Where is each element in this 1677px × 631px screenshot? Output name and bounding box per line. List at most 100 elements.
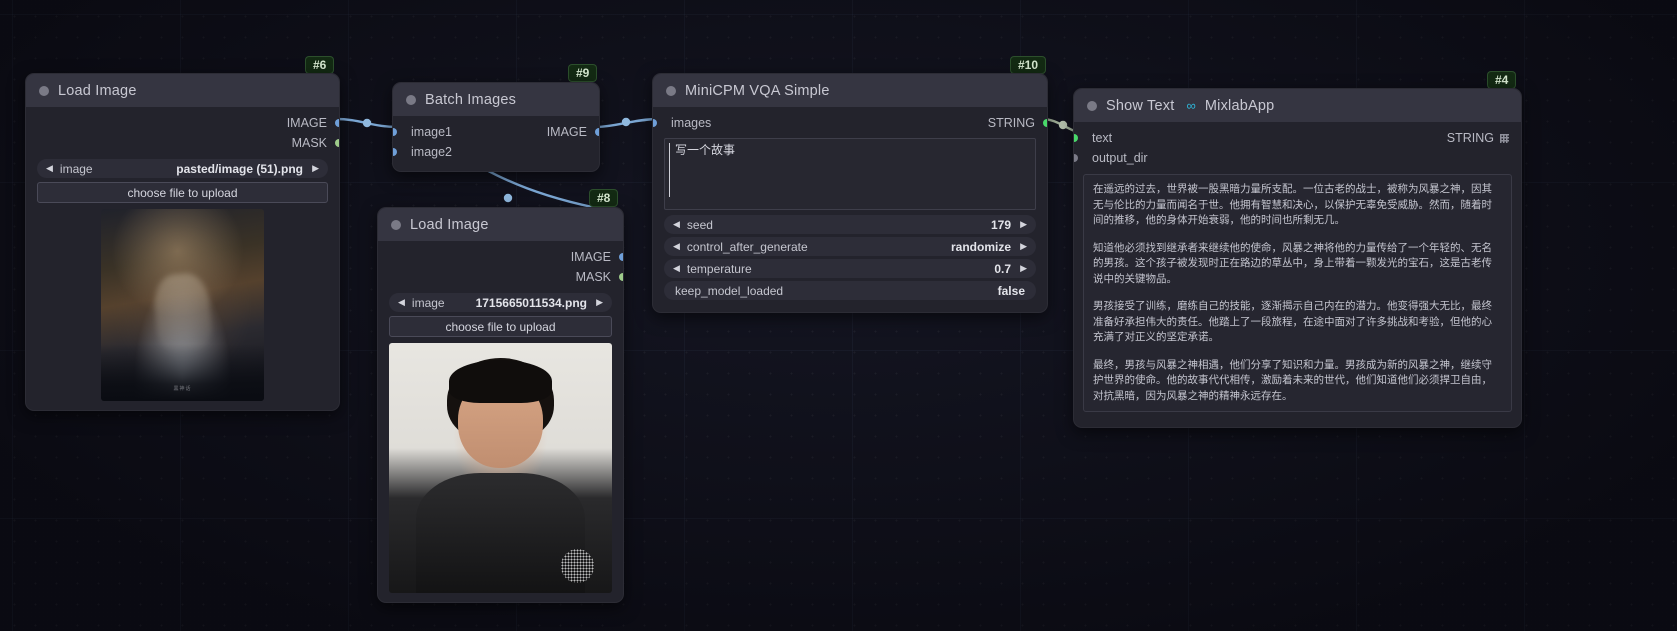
output-paragraph: 在遥远的过去，世界被一股黑暗力量所支配。一位古老的战士，被称为风暴之神，因其无与…: [1093, 183, 1492, 226]
output-port-image[interactable]: IMAGE: [378, 247, 623, 267]
preview-dither-pattern: [560, 549, 595, 583]
collapse-dot-icon[interactable]: [391, 219, 401, 230]
node-badge-9: #9: [568, 64, 598, 82]
port-label: image1: [411, 125, 452, 139]
widget-temperature[interactable]: ◀ temperature 0.7 ▶: [664, 259, 1036, 278]
node-body: text STRING output_dir 在遥远的过去，世界被一股黑暗力量所…: [1074, 122, 1521, 427]
image-preview-wukong[interactable]: 黑神话: [101, 209, 264, 402]
image1-port-dot[interactable]: [393, 128, 397, 136]
node-load-image-1[interactable]: Load Image IMAGE MASK ◀ image pasted/ima…: [25, 73, 340, 412]
prompt-textarea[interactable]: 写一个故事: [664, 138, 1036, 210]
image-preview-person[interactable]: [389, 343, 612, 593]
node-header[interactable]: Batch Images: [393, 83, 599, 116]
chevron-left-icon[interactable]: ◀: [46, 163, 53, 174]
collapse-dot-icon[interactable]: [406, 94, 416, 105]
port-label: IMAGE: [570, 250, 611, 264]
widget-label: temperature: [686, 261, 752, 276]
node-batch-images[interactable]: Batch Images image1 IMAGE image2: [392, 82, 600, 172]
input-port-images[interactable]: images STRING: [653, 113, 1047, 133]
widget-label: keep_model_loaded: [675, 283, 784, 298]
text-caret: [669, 143, 670, 197]
port-label: output_dir: [1092, 151, 1148, 165]
node-title-text: MiniCPM VQA Simple: [685, 82, 830, 99]
image2-port-dot[interactable]: [393, 148, 397, 156]
node-header[interactable]: Load Image: [26, 74, 339, 107]
widget-value: 1715665011534.png: [475, 295, 587, 310]
mask-port-dot[interactable]: [335, 139, 339, 147]
chevron-left-icon[interactable]: ◀: [673, 219, 680, 230]
output-paragraph: 最终，男孩与风暴之神相遇，他们分享了知识和力量。男孩成为新的风暴之神，继续守护世…: [1093, 358, 1492, 402]
node-minicpm-vqa-simple[interactable]: MiniCPM VQA Simple images STRING 写一个故事 ◀…: [652, 73, 1048, 313]
image-port-dot[interactable]: [335, 119, 339, 127]
output-paragraph: 知道他必须找到继承者来继续他的使命，风暴之神将他的力量传给了一个年轻的、无名的男…: [1093, 241, 1492, 285]
port-label: IMAGE: [286, 116, 327, 130]
widget-label: control_after_generate: [686, 239, 808, 254]
grid-menu-icon[interactable]: [1500, 133, 1509, 143]
node-badge-8: #8: [589, 189, 619, 207]
node-title-text: Show Text: [1106, 97, 1175, 114]
widget-label: seed: [686, 217, 713, 232]
node-body: IMAGE MASK ◀ image pasted/image (51).png…: [26, 107, 339, 410]
input-port-image2[interactable]: image2: [393, 142, 599, 162]
port-label: MASK: [291, 136, 327, 150]
image-output-port-dot[interactable]: [595, 128, 599, 136]
node-badge-6: #6: [305, 56, 335, 74]
input-port-output-dir[interactable]: output_dir: [1074, 148, 1521, 168]
choose-file-to-upload-button[interactable]: choose file to upload: [389, 316, 612, 337]
mask-port-dot[interactable]: [619, 273, 623, 281]
node-body: image1 IMAGE image2: [393, 116, 599, 171]
widget-control-after-generate[interactable]: ◀ control_after_generate randomize ▶: [664, 237, 1036, 256]
widget-keep-model-loaded[interactable]: keep_model_loaded false: [664, 281, 1036, 300]
node-badge-10: #10: [1010, 56, 1047, 74]
node-header[interactable]: MiniCPM VQA Simple: [653, 74, 1047, 107]
preview-caption: 黑神话: [173, 385, 192, 392]
preview-image: [389, 343, 612, 593]
input-port-text[interactable]: text STRING: [1074, 128, 1521, 148]
widget-label: image: [411, 295, 445, 310]
port-label: text: [1092, 131, 1113, 145]
string-output-port-dot[interactable]: [1043, 119, 1047, 127]
node-badge-4: #4: [1487, 71, 1517, 89]
collapse-dot-icon[interactable]: [1087, 100, 1097, 111]
preview-hair-top-shape: [449, 360, 552, 403]
node-load-image-2[interactable]: Load Image IMAGE MASK ◀ image 1715665011…: [377, 207, 624, 603]
output-dir-port-dot[interactable]: [1074, 154, 1078, 162]
prompt-text: 写一个故事: [675, 143, 736, 157]
node-body: IMAGE MASK ◀ image 1715665011534.png ▶ c…: [378, 241, 623, 602]
collapse-dot-icon[interactable]: [39, 85, 49, 96]
text-port-dot[interactable]: [1074, 134, 1078, 142]
show-text-output[interactable]: 在遥远的过去，世界被一股黑暗力量所支配。一位古老的战士，被称为风暴之神，因其无与…: [1083, 174, 1512, 412]
widget-value: 0.7: [994, 261, 1011, 276]
node-header[interactable]: Show Text ∞ MixlabApp: [1074, 89, 1521, 122]
chevron-left-icon[interactable]: ◀: [673, 263, 680, 274]
output-port-mask[interactable]: MASK: [378, 267, 623, 287]
chevron-right-icon[interactable]: ▶: [312, 163, 319, 174]
chevron-right-icon[interactable]: ▶: [1020, 263, 1027, 274]
chevron-right-icon[interactable]: ▶: [596, 297, 603, 308]
output-port-mask[interactable]: MASK: [26, 133, 339, 153]
image-port-dot[interactable]: [619, 253, 623, 261]
output-port-image[interactable]: IMAGE: [26, 113, 339, 133]
port-label: MASK: [575, 270, 611, 284]
widget-image-combo[interactable]: ◀ image 1715665011534.png ▶: [389, 293, 612, 312]
widget-image-combo[interactable]: ◀ image pasted/image (51).png ▶: [37, 159, 328, 178]
widget-value: 179: [990, 217, 1011, 232]
widget-label: image: [59, 161, 93, 176]
choose-file-to-upload-button[interactable]: choose file to upload: [37, 182, 328, 203]
chevron-right-icon[interactable]: ▶: [1020, 241, 1027, 252]
collapse-dot-icon[interactable]: [666, 85, 676, 96]
node-body: images STRING 写一个故事 ◀ seed 179 ▶ ◀ contr…: [653, 107, 1047, 312]
chevron-left-icon[interactable]: ◀: [398, 297, 405, 308]
chevron-right-icon[interactable]: ▶: [1020, 219, 1027, 230]
infinity-icon: ∞: [1186, 98, 1196, 113]
node-show-text[interactable]: Show Text ∞ MixlabApp text STRING output…: [1073, 88, 1522, 428]
node-header[interactable]: Load Image: [378, 208, 623, 241]
chevron-left-icon[interactable]: ◀: [673, 241, 680, 252]
node-title-text: Batch Images: [425, 91, 517, 108]
widget-seed[interactable]: ◀ seed 179 ▶: [664, 215, 1036, 234]
output-paragraph: 男孩接受了训练，磨练自己的技能，逐渐揭示自己内在的潜力。他变得强大无比，最终准备…: [1093, 300, 1492, 343]
images-port-dot[interactable]: [653, 119, 657, 127]
widget-value: randomize: [950, 239, 1011, 254]
preview-body-shape: [415, 472, 586, 593]
input-port-image1[interactable]: image1 IMAGE: [393, 122, 599, 142]
